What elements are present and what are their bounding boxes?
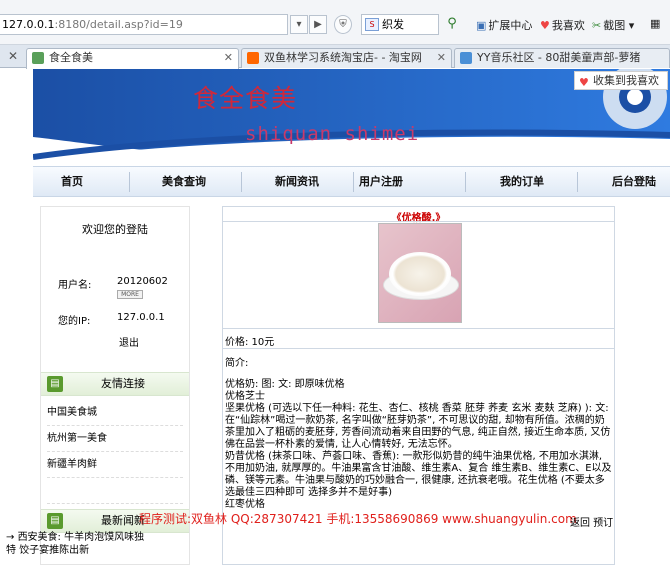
logout-link[interactable]: 退出 <box>119 334 139 349</box>
friend-link[interactable]: 杭州第一美食 <box>47 428 183 452</box>
search-icon[interactable]: ⚲ <box>443 15 461 34</box>
menu-divider <box>353 172 354 192</box>
tab-current[interactable]: 食全食美 ✕ <box>26 48 239 69</box>
login-title: 欢迎您的登陆 <box>82 223 148 236</box>
scissors-icon: ✂ <box>592 19 602 32</box>
browser-tab-bar: ✕ 食全食美 ✕ 双鱼林学习系统淘宝店- - 淘宝网 ✕ YY音乐社区 - 80甜美… <box>0 45 670 69</box>
tab-yy[interactable]: YY音乐社区 - 80甜美童声部-萝猪 <box>454 48 670 68</box>
back-order-links[interactable]: 返回 预订 <box>570 514 613 529</box>
taobao-icon <box>247 52 259 64</box>
close-icon[interactable]: ✕ <box>8 49 18 63</box>
book-icon: ▤ <box>47 513 63 529</box>
username-label: 用户名: <box>58 280 92 291</box>
yogurt-cup-shape <box>389 252 451 296</box>
site-subtitle: shiquan shimei <box>245 123 420 145</box>
close-tab-icon[interactable]: ✕ <box>224 49 233 67</box>
close-tab-icon[interactable]: ✕ <box>437 49 446 67</box>
divider <box>223 221 614 222</box>
screenshot-button[interactable]: ✂ 截图 ▾ <box>592 17 634 33</box>
news-item[interactable]: → 西安美食: 牛羊肉泡馍风味独特 饺子宴推陈出新 <box>6 531 146 557</box>
extensions-button[interactable]: ▣ 扩展中心 <box>476 17 532 33</box>
price-text: 价格: 10元 <box>225 337 275 348</box>
friend-link-empty <box>47 480 183 504</box>
menu-admin-login[interactable]: 后台登陆 <box>612 167 656 196</box>
watermark-text: 程序测试:双鱼林 QQ:287307421 手机:13558690869 www… <box>139 512 577 526</box>
menu-home[interactable]: 首页 <box>61 167 83 196</box>
favorites-button[interactable]: ♥ 我喜欢 <box>540 17 585 33</box>
divider <box>223 328 614 329</box>
url-field[interactable]: 127.0.0.1:8180/detail.asp?id=19 <box>0 14 288 35</box>
menu-divider <box>241 172 242 192</box>
browser-address-bar: 127.0.0.1:8180/detail.asp?id=19 ▾ ▶ ⛨ S … <box>0 0 670 45</box>
menu-my-orders[interactable]: 我的订单 <box>500 167 544 196</box>
dropdown-arrow-icon[interactable]: ▾ <box>290 15 308 34</box>
menu-divider <box>577 172 578 192</box>
food-description: 优格奶: 图: 文: 即原味优格 优格芝士 坚果优格 (可选以下任一种料: 花生… <box>225 379 612 510</box>
friend-link[interactable]: 中国美食城 <box>47 402 183 426</box>
site-title: 食全食美 <box>193 84 298 113</box>
menu-food-search[interactable]: 美食查询 <box>162 167 206 196</box>
puzzle-icon: ▣ <box>476 19 487 32</box>
more-button[interactable]: MORE <box>117 290 143 299</box>
ip-label: 您的IP: <box>58 316 91 327</box>
shield-icon[interactable]: ⛨ <box>334 15 352 34</box>
divider <box>223 348 614 349</box>
book-icon: ▤ <box>47 376 63 392</box>
friend-link[interactable]: 新疆羊肉鲜 <box>47 454 183 478</box>
heart-icon: ♥ <box>579 76 589 89</box>
main-menu: 首页 美食查询 新闻资讯 用户注册 我的订单 后台登陆 <box>33 166 670 197</box>
ip-value: 127.0.0.1 <box>117 312 165 323</box>
search-input[interactable]: S 织发 <box>361 14 439 35</box>
menu-register[interactable]: 用户注册 <box>359 167 403 196</box>
food-photo <box>378 223 462 323</box>
collect-favorites-button[interactable]: ♥ 收集到我喜欢 <box>574 71 668 90</box>
page-icon <box>32 52 44 64</box>
tab-taobao[interactable]: 双鱼林学习系统淘宝店- - 淘宝网 ✕ <box>241 48 452 68</box>
menu-news[interactable]: 新闻资讯 <box>275 167 319 196</box>
menu-divider <box>129 172 130 192</box>
sogou-icon: S <box>365 18 379 31</box>
menu-divider <box>465 172 466 192</box>
friend-links-header: ▤ 友情连接 <box>41 372 189 396</box>
go-icon[interactable]: ▶ <box>309 15 327 34</box>
yy-icon <box>460 52 472 64</box>
username-value: 20120602 <box>117 276 168 287</box>
intro-label: 简介: <box>225 358 249 369</box>
more-tools-icon[interactable]: ▦ <box>650 17 660 30</box>
heart-icon: ♥ <box>540 19 550 32</box>
